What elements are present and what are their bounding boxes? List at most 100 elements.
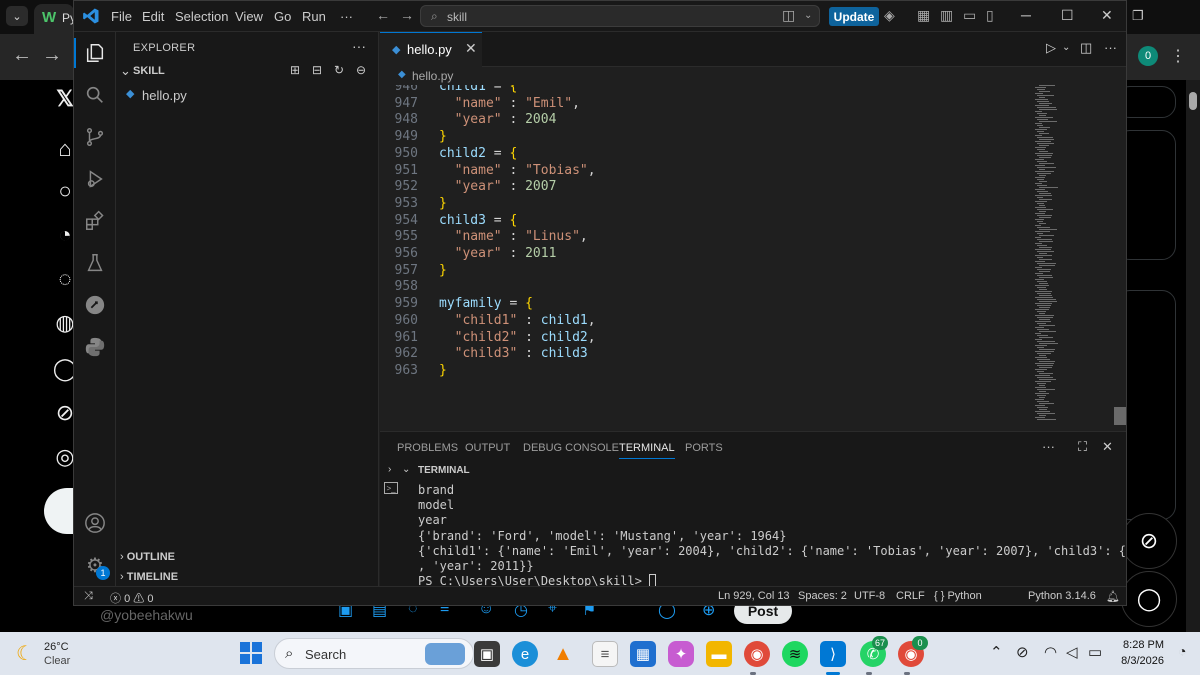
terminal-shell-icon[interactable]: >_ [384, 482, 398, 494]
code-editor[interactable]: 946 child1 = {947 "name" : "Emil", 948 "ye… [380, 85, 1126, 431]
nav-back-icon[interactable]: ← [376, 7, 390, 23]
tab-search-button[interactable]: ⌄ [6, 6, 28, 26]
search-view-icon[interactable] [81, 81, 109, 109]
menu-item[interactable]: Run [302, 9, 326, 24]
vlc-icon[interactable]: ▲ [550, 641, 576, 667]
panel-tab[interactable]: DEBUG CONSOLE [523, 442, 619, 454]
code-line[interactable]: 949} [380, 129, 1040, 146]
command-center[interactable]: ⌕ skill [420, 5, 820, 27]
taskbar-search[interactable]: ⌕ Search [274, 638, 474, 669]
clock-date[interactable]: 8/3/2026 [1106, 655, 1164, 667]
more-actions-icon[interactable]: ··· [352, 38, 366, 54]
explorer-icon[interactable] [81, 39, 109, 67]
code-line[interactable]: 954 child3 = { [380, 213, 1040, 230]
editor-more-icon[interactable]: ··· [1104, 40, 1117, 55]
timeline-section[interactable]: › TIMELINE [120, 571, 178, 583]
battery-icon[interactable]: ▭ [1088, 643, 1102, 661]
clock-time[interactable]: 8:28 PM [1118, 639, 1164, 651]
copilot-app-icon[interactable]: ✦ [668, 641, 694, 667]
minimap[interactable] [1035, 85, 1105, 425]
code-line[interactable]: 953} [380, 196, 1040, 213]
code-line[interactable]: 951 "name" : "Tobias", [380, 163, 1040, 180]
volume-muted-icon[interactable]: ◁ [1066, 643, 1078, 661]
code-line[interactable]: 952 "year" : 2007 [380, 179, 1040, 196]
toggle-secondary-sidebar-icon[interactable]: ▯ [986, 7, 994, 24]
menu-item[interactable]: File [111, 9, 132, 24]
code-line[interactable]: 962 "child3" : child3 [380, 346, 1040, 363]
profile-avatar[interactable]: 0 [1138, 46, 1158, 66]
moon-weather-icon[interactable]: ☾ [16, 641, 34, 666]
testing-icon[interactable] [81, 249, 109, 277]
customize-layout-icon[interactable]: ▦ [917, 7, 930, 24]
code-line[interactable]: 960 "child1" : child1, [380, 313, 1040, 330]
chrome-icon[interactable]: ◉ [744, 641, 770, 667]
chevron-down-icon[interactable]: ⌄ [120, 63, 131, 79]
weather-description[interactable]: Clear [44, 655, 70, 667]
run-file-icon[interactable]: ▷ [1046, 40, 1056, 56]
editor-tab-hello-py[interactable]: ◆ hello.py ✕ [380, 32, 482, 67]
close-tab-icon[interactable]: ✕ [465, 40, 477, 57]
store-icon[interactable]: ▦ [630, 641, 656, 667]
code-line[interactable]: 957} [380, 263, 1040, 280]
encoding[interactable]: UTF-8 [854, 590, 885, 602]
refresh-icon[interactable]: ↻ [334, 63, 344, 77]
accounts-shield-icon[interactable]: ◈ [884, 7, 895, 24]
chevron-right-icon[interactable]: › [388, 464, 391, 475]
code-line[interactable]: 958 [380, 279, 1040, 296]
menu-item[interactable]: Edit [142, 9, 164, 24]
chevron-down-icon[interactable]: ⌄ [804, 10, 812, 21]
start-windows-icon[interactable] [240, 642, 262, 664]
maximize-icon[interactable]: ☐ [1061, 7, 1074, 24]
copilot-icon[interactable]: ◫ [782, 7, 795, 24]
panel-tab[interactable]: OUTPUT [465, 442, 510, 454]
notifications-bell-icon[interactable]: 🔔︎ [1106, 590, 1120, 603]
breadcrumb-file[interactable]: hello.py [412, 69, 453, 83]
vscode-taskbar-icon[interactable]: ⟩ [820, 641, 846, 667]
restore-icon[interactable]: ❐ [1132, 8, 1144, 24]
chevron-down-icon[interactable]: ⌄ [402, 464, 410, 475]
grok-float-icon[interactable]: ⊘ [1121, 513, 1177, 569]
spotify-icon[interactable]: ≋ [782, 641, 808, 667]
extensions-icon[interactable] [81, 207, 109, 235]
panel-tab[interactable]: PROBLEMS [397, 442, 458, 454]
code-line[interactable]: 961 "child2" : child2, [380, 330, 1040, 347]
nav-forward-icon[interactable]: → [400, 7, 414, 23]
split-editor-icon[interactable]: ◫ [1080, 40, 1092, 56]
file-item-hello-py[interactable]: ◆ hello.py [126, 84, 379, 106]
menu-item[interactable]: Selection [175, 9, 228, 24]
task-view-icon[interactable]: ▣ [474, 641, 500, 667]
network-off-icon[interactable]: ⊘ [1016, 643, 1029, 661]
code-line[interactable]: 955 "name" : "Linus", [380, 229, 1040, 246]
new-folder-icon[interactable]: ⊟ [312, 63, 322, 77]
python-interpreter[interactable]: Python 3.14.6 [1028, 590, 1096, 602]
notepad-icon[interactable]: ≡ [592, 641, 618, 667]
panel-tab[interactable]: TERMINAL [619, 442, 675, 459]
close-icon[interactable]: ✕ [1101, 7, 1113, 24]
menu-item[interactable]: ··· [340, 9, 353, 24]
code-line[interactable]: 963} [380, 363, 1040, 380]
browser-scrollbar[interactable] [1186, 80, 1200, 632]
browser-back-icon[interactable]: ← [12, 44, 32, 67]
browser-scrollbar-thumb[interactable] [1189, 92, 1197, 110]
language-mode[interactable]: { } Python [934, 590, 982, 602]
code-line[interactable]: 950 child2 = { [380, 146, 1040, 163]
menu-item[interactable]: Go [274, 9, 291, 24]
file-explorer-icon[interactable]: ▬ [706, 641, 732, 667]
notification-center-icon[interactable]: ◔ [1178, 643, 1186, 659]
indentation[interactable]: Spaces: 2 [798, 590, 847, 602]
wifi-icon[interactable]: ◠ [1044, 643, 1057, 661]
remote-indicator-icon[interactable]: ⤨ [84, 590, 93, 603]
editor-scrollbar-thumb[interactable] [1114, 407, 1126, 425]
line-ending[interactable]: CRLF [896, 590, 925, 602]
run-debug-icon[interactable] [81, 165, 109, 193]
toggle-panel-icon[interactable]: ▭ [963, 7, 976, 24]
collapse-all-icon[interactable]: ⊖ [356, 63, 366, 77]
minimize-icon[interactable]: ─ [1021, 7, 1031, 23]
panel-tab[interactable]: PORTS [685, 442, 723, 454]
code-line[interactable]: 959 myfamily = { [380, 296, 1040, 313]
edge-icon[interactable]: e [512, 641, 538, 667]
python-icon[interactable] [81, 333, 109, 361]
panel-more-icon[interactable]: ··· [1042, 439, 1055, 454]
weather-temperature[interactable]: 26°C [44, 641, 69, 653]
chevron-down-icon[interactable]: ⌄ [1062, 42, 1070, 53]
